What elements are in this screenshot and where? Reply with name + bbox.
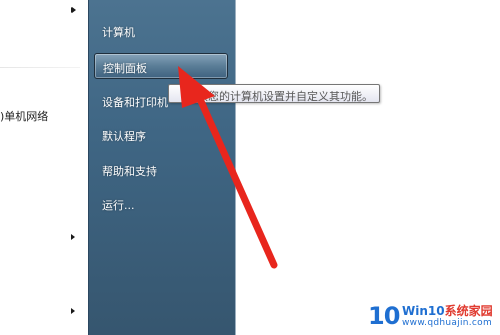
program-item-network[interactable]: )单机网络 (0, 108, 48, 124)
submenu-arrow-icon[interactable] (72, 7, 76, 13)
watermark-brand-suffix: 系统家园 (444, 304, 493, 318)
menu-item-run[interactable]: 运行... (102, 197, 135, 213)
tooltip-text: 改您的计算机设置并自定义其功能。 (197, 90, 373, 103)
watermark-brand-prefix: Win10 (402, 304, 445, 318)
submenu-arrow-icon[interactable] (71, 308, 75, 314)
watermark-url: www.qdhuajin.com (402, 318, 493, 328)
program-list-pane: )单机网络 (0, 0, 88, 335)
divider (0, 67, 80, 68)
watermark: 10 Win10系统家园 www.qdhuajin.com (362, 296, 500, 335)
menu-item-default-programs[interactable]: 默认程序 (102, 128, 146, 144)
menu-item-computer[interactable]: 计算机 (102, 24, 135, 40)
menu-item-devices-printers[interactable]: 设备和打印机 (102, 94, 168, 110)
watermark-title: Win10系统家园 (402, 302, 493, 319)
control-panel-tooltip: 改您的计算机设置并自定义其功能。 (168, 84, 380, 103)
win10-logo: 10 (368, 302, 400, 330)
submenu-arrow-icon[interactable] (71, 234, 75, 240)
menu-item-control-panel[interactable]: 控制面板 (94, 53, 228, 79)
menu-item-partial-top[interactable] (102, 0, 106, 7)
menu-item-help-support[interactable]: 帮助和支持 (102, 163, 157, 179)
